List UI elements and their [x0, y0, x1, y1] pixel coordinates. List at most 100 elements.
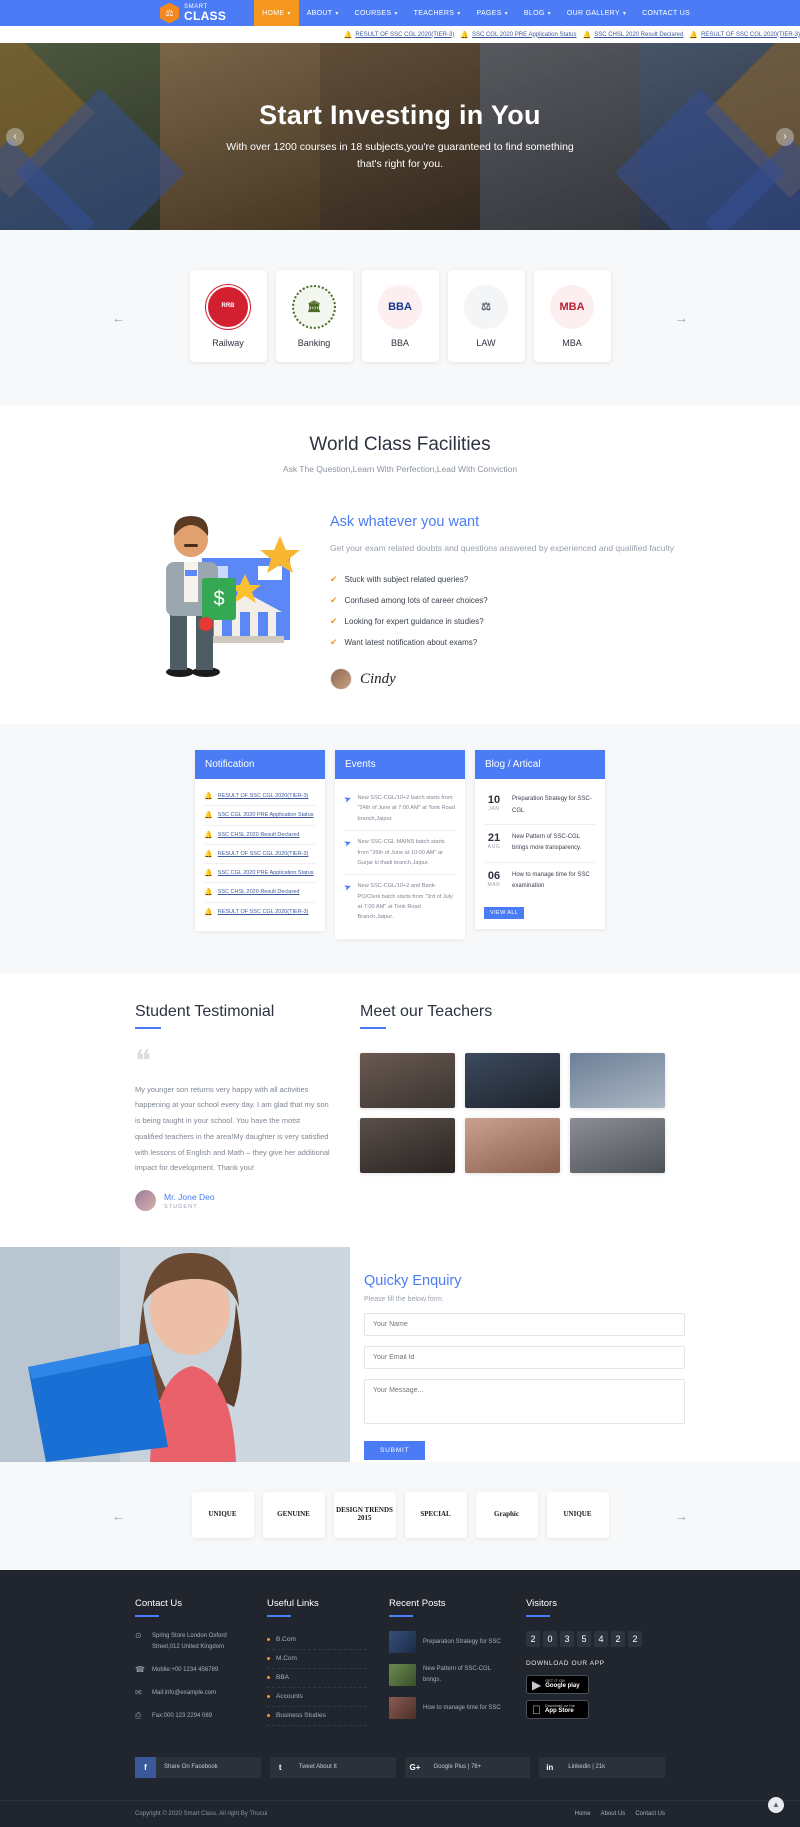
brand-logo[interactable]: UNIQUE — [191, 1492, 254, 1539]
back-to-top-button[interactable]: ▲ — [768, 1796, 784, 1813]
notification-link[interactable]: SSC CHSL 2020 Result Declared — [218, 831, 300, 839]
nav-item-about[interactable]: ABOUT ▾ — [299, 0, 347, 26]
teacher-photo[interactable] — [360, 1117, 455, 1173]
store-button-google[interactable]: ▶ GET IT ON Google play — [526, 1675, 589, 1695]
nav-item-pages[interactable]: PAGES ▾ — [469, 0, 516, 26]
check-icon: ✔ — [330, 574, 338, 585]
view-all-button[interactable]: VIEW ALL — [484, 907, 525, 920]
blog-item[interactable]: 06 MAR How to manage time for SSC examinat… — [484, 863, 596, 900]
courses-next-arrow[interactable]: → — [675, 311, 688, 326]
nav-item-our-gallery[interactable]: OUR GALLERY ▾ — [559, 0, 634, 26]
blog-card: Blog / Artical 10 JAN Preparation Strategy… — [475, 750, 605, 930]
social-button-twitter[interactable]: t Tweet About It — [269, 1756, 396, 1778]
bell-icon: 🔔 — [204, 870, 213, 878]
name-input[interactable] — [364, 1313, 685, 1337]
ticker-link[interactable]: RESULT OF SSC CGL 2020(TIER-3) — [701, 32, 800, 38]
footer-contact-text: Fax:000 123 2294 089 — [152, 1713, 213, 1720]
ticker-link[interactable]: SSC CHSL 2020 Result Declared — [594, 32, 683, 38]
ticker-link[interactable]: SSC CGL 2020 PRE Application Status — [472, 32, 577, 38]
notification-link[interactable]: SSC CGL 2020 PRE Application Status — [218, 811, 314, 819]
footer-link-item[interactable]: Business Studies — [267, 1707, 367, 1727]
nav-item-blog[interactable]: BLOG ▾ — [516, 0, 559, 26]
course-card-law[interactable]: ⚖ LAW — [447, 270, 525, 362]
store-button-apple[interactable]: Download on theApp Store — [526, 1700, 589, 1720]
avatar — [135, 1190, 156, 1212]
hero-next-arrow[interactable]: › — [776, 127, 794, 146]
social-button-google-plus[interactable]: G+ Google Plus | 76+ — [404, 1756, 531, 1778]
brands-prev-arrow[interactable]: ← — [112, 1509, 125, 1524]
hero-prev-arrow[interactable]: ‹ — [6, 127, 24, 146]
footer-bottom-link[interactable]: About Us — [601, 1811, 626, 1817]
courses-prev-arrow[interactable]: ← — [112, 311, 125, 326]
teacher-photo[interactable] — [465, 1052, 560, 1108]
notification-link[interactable]: RESULT OF SSC CGL 2020(TIER-3) — [218, 908, 309, 916]
visitor-digit: 2 — [628, 1631, 642, 1648]
bullet-dot-icon — [267, 1714, 270, 1718]
nav-item-contact-us[interactable]: CONTACT US — [634, 0, 698, 26]
social-button-linkedin[interactable]: in Linkedin | 21k — [539, 1756, 665, 1778]
event-item: ➤ New SSC-CGL MAINS batch starts from "26… — [342, 831, 456, 876]
footer-link-label: Accounts — [276, 1693, 303, 1701]
page-root: ⚖ SMART CLASS HOME ▾ ABOUT ▾ COURSES ▾ TEACHER… — [0, 0, 800, 1827]
blog-item[interactable]: 10 JAN Preparation Strategy for SSC-CGL — [484, 787, 596, 825]
footer-bottom-links: Home About Us Contact Us — [575, 1811, 665, 1817]
brand-logo[interactable]: DESIGN TRENDS 2015 — [333, 1492, 396, 1539]
title-underline — [360, 1026, 386, 1029]
footer-link-label: Business Studies — [276, 1712, 326, 1720]
title-underline — [526, 1615, 550, 1618]
brand-logo[interactable]: SPECIAL — [404, 1492, 467, 1539]
notification-link[interactable]: RESULT OF SSC CGL 2020(TIER-3) — [218, 850, 309, 858]
submit-button[interactable]: SUBMIT — [364, 1441, 426, 1461]
notification-link[interactable]: RESULT OF SSC CGL 2020(TIER-3) — [218, 792, 309, 800]
blog-day: 10 — [487, 794, 501, 807]
footer-post-item[interactable]: How to manage time for SSC — [389, 1697, 504, 1720]
notification-link[interactable]: SSC CHSL 2020 Result Declared — [218, 888, 300, 896]
footer-contact-column: Contact Us ⊙ Spring Store London Oxford S… — [135, 1598, 245, 1734]
nav-item-home[interactable]: HOME ▾ — [254, 0, 299, 26]
footer-link-item[interactable]: B.Com — [267, 1631, 367, 1651]
footer-post-item[interactable]: Preparation Strategy for SSC — [389, 1631, 504, 1654]
brand-logo[interactable]: Graphic — [475, 1492, 538, 1539]
footer-link-item[interactable]: M.Com — [267, 1650, 367, 1670]
nav-item-courses[interactable]: COURSES ▾ — [347, 0, 406, 26]
teacher-photo[interactable] — [465, 1117, 560, 1173]
course-card-banking[interactable]: 🏛 Banking — [275, 270, 353, 362]
events-card-title: Events — [335, 750, 465, 780]
footer-bottom-link[interactable]: Home — [575, 1811, 591, 1817]
footer-link-item[interactable]: BBA — [267, 1669, 367, 1689]
notification-link[interactable]: SSC CGL 2020 PRE Application Status — [218, 869, 314, 877]
course-card-label: LAW — [476, 337, 496, 348]
footer-link-item[interactable]: Accounts — [267, 1688, 367, 1708]
enquiry-section: Quicky Enquiry Please fill the below for… — [0, 1247, 800, 1463]
ticker-link[interactable]: RESULT OF SSC CGL 2020(TIER-3) — [355, 32, 454, 38]
facilities-title: World Class Facilities — [309, 434, 491, 455]
site-logo[interactable]: ⚖ SMART CLASS — [160, 2, 226, 24]
course-card-mba[interactable]: MBA MBA — [533, 270, 611, 362]
brand-logo[interactable]: GENUINE — [262, 1492, 325, 1539]
nav-item-teachers[interactable]: TEACHERS ▾ — [406, 0, 469, 26]
blog-text: How to manage time for SSC examination — [512, 871, 590, 890]
ticker-list: 🔔 RESULT OF SSC CGL 2020(TIER-3) 🔔 SSC CGL … — [344, 31, 800, 39]
teacher-photo[interactable] — [360, 1052, 455, 1108]
brand-logo[interactable]: UNIQUE — [546, 1492, 609, 1539]
email-input[interactable] — [364, 1346, 685, 1370]
message-input[interactable] — [364, 1379, 685, 1425]
course-card-railway[interactable]: RRB Railway — [189, 270, 267, 362]
teacher-photo[interactable] — [570, 1117, 665, 1173]
notification-item: 🔔 SSC CGL 2020 PRE Application Status — [204, 864, 316, 884]
social-button-facebook[interactable]: f Share On Facebook — [135, 1756, 261, 1778]
footer-contact-item: ⊙ Spring Store London Oxford Street,012 U… — [135, 1631, 245, 1653]
footer-bottom-link[interactable]: Contact Us — [635, 1811, 665, 1817]
course-card-bba[interactable]: BBA BBA — [361, 270, 439, 362]
teachers-title: Meet our Teachers — [360, 1002, 493, 1020]
footer-post-item[interactable]: New Pattern of SSC-CGL brings. — [389, 1664, 504, 1687]
download-app-title: DOWNLOAD OUR APP — [526, 1660, 605, 1668]
avatar — [330, 668, 352, 691]
blog-item[interactable]: 21 AUG New Pattern of SSC-CGL brings more … — [484, 825, 596, 863]
bell-icon: 🔔 — [204, 793, 213, 801]
course-card-label: Banking — [297, 337, 331, 348]
blog-day: 06 — [487, 869, 501, 882]
bell-icon: 🔔 — [582, 31, 592, 39]
brands-next-arrow[interactable]: → — [675, 1509, 688, 1524]
teacher-photo[interactable] — [570, 1052, 665, 1108]
